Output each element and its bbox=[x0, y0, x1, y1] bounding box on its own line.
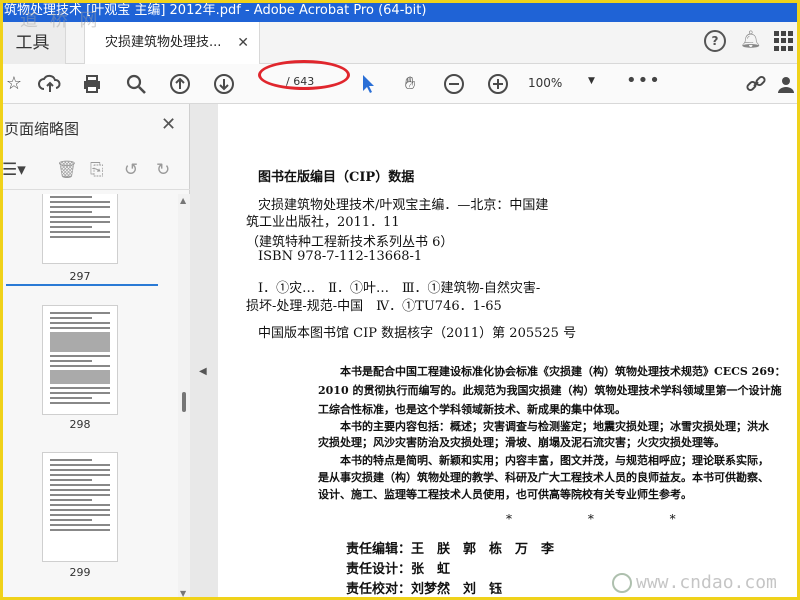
close-tab-icon[interactable]: ✕ bbox=[237, 22, 249, 64]
zoom-in-icon[interactable] bbox=[486, 72, 510, 96]
search-icon[interactable] bbox=[124, 72, 148, 96]
body-line: 本书的特点是简明、新颖和实用；内容丰富，图文并茂，与规范相呼应；理论联系实际， bbox=[340, 454, 769, 467]
credit-line: 责任编辑：王 朕 郭 栋 万 李 bbox=[346, 542, 555, 557]
panel-scrollbar[interactable]: ▲ ▼ bbox=[178, 194, 190, 600]
watermark-url: www.cndao.com bbox=[636, 572, 777, 593]
cip-line: （建筑特种工程新技术系列丛书 6） bbox=[246, 235, 454, 250]
next-page-icon[interactable] bbox=[212, 72, 236, 96]
share-link-icon[interactable] bbox=[744, 72, 768, 96]
cip-line: 筑工业出版社，2011．11 bbox=[246, 215, 400, 230]
thumbnail-list: 297 298 299 bbox=[0, 194, 178, 600]
panel-collapse-handle[interactable]: ◀ bbox=[190, 104, 218, 600]
thumbnail-page[interactable] bbox=[42, 452, 118, 562]
cip-line: 中国版本图书馆 CIP 数据核字（2011）第 205525 号 bbox=[258, 326, 577, 341]
trash-icon[interactable]: 🗑︎ bbox=[56, 160, 78, 180]
tab-document-label: 灾损建筑物处理技... bbox=[105, 35, 222, 50]
thumbnail-label: 298 bbox=[69, 418, 91, 431]
body-line: 灾损处理；风沙灾害防治及灾损处理；滑坡、崩塌及泥石流灾害；火灾灾损处理等。 bbox=[318, 436, 725, 449]
help-icon[interactable]: ? bbox=[704, 30, 726, 52]
scroll-up-icon[interactable]: ▲ bbox=[180, 196, 186, 205]
bell-icon[interactable]: 🔔︎ bbox=[740, 30, 762, 52]
scroll-down-icon[interactable]: ▼ bbox=[180, 589, 186, 598]
watermark-bottom: www.cndao.com bbox=[612, 572, 777, 593]
collapse-arrow-icon: ◀ bbox=[199, 366, 207, 377]
hand-tool-icon[interactable]: ✋︎ bbox=[398, 72, 422, 96]
page-thumbnails-panel: 页面缩略图 ✕ ☰▾ 🗑︎ ⎘ ↺ ↻ 297 298 299 ▲ ▼ bbox=[0, 104, 190, 600]
credit-line: 责任设计：张 虹 bbox=[346, 562, 451, 577]
thumbnail-selection-indicator bbox=[6, 284, 158, 286]
body-line: 本书是配合中国工程建设标准化协会标准《灾损建（构）筑物处理技术规范》CECS 2… bbox=[340, 365, 786, 378]
thumbnail-label: 297 bbox=[69, 270, 91, 283]
body-line: 2010 的贯彻执行而编写的。此规范为我国灾损建（构）筑物处理技术学科领域里第一… bbox=[318, 384, 782, 397]
tab-bar: 工具 灾损建筑物处理技... ✕ ? 🔔︎ bbox=[0, 22, 800, 64]
thumbnail-page[interactable] bbox=[42, 305, 118, 415]
cip-line: 损坏-处理-规范-中国 Ⅳ．①TU746．1-65 bbox=[246, 299, 502, 314]
tabbar-actions: ? 🔔︎ bbox=[704, 30, 794, 52]
scrollbar-thumb[interactable] bbox=[182, 392, 186, 412]
more-options-icon[interactable]: ••• bbox=[626, 70, 661, 91]
apps-grid-icon[interactable] bbox=[774, 31, 794, 51]
body-line: 是从事灾损建（构）筑物处理的教学、科研及广大工程技术人员的良师益友。本书可供勘察… bbox=[318, 471, 769, 484]
insert-page-icon[interactable]: ⎘ bbox=[90, 160, 104, 180]
cip-line: Ⅰ．①灾… Ⅱ．①叶… Ⅲ．①建筑物-自然灾害- bbox=[258, 281, 541, 296]
section-divider-stars: * * * bbox=[506, 512, 712, 526]
rotate-cw-icon[interactable]: ↻ bbox=[156, 160, 170, 180]
body-line: 本书的主要内容包括：概述；灾害调查与检测鉴定；地震灾损处理；冰雪灾损处理；洪水 bbox=[340, 420, 769, 433]
body-line: 设计、施工、监理等工程技术人员使用，也可供高等院校有关专业师生参考。 bbox=[318, 488, 692, 501]
select-pointer-icon[interactable] bbox=[356, 72, 380, 96]
credit-line: 责任校对：刘梦然 刘 钰 bbox=[346, 582, 503, 597]
watermark-top: 道 桥 网 bbox=[20, 10, 101, 31]
options-menu-icon[interactable]: ☰▾ bbox=[2, 160, 26, 180]
print-icon[interactable] bbox=[80, 72, 104, 96]
upload-cloud-icon[interactable] bbox=[38, 72, 62, 96]
close-panel-icon[interactable]: ✕ bbox=[161, 114, 176, 135]
zoom-value: 100% bbox=[528, 76, 563, 90]
document-view[interactable]: 图书在版编目（CIP）数据 灾损建筑物处理技术/叶观宝主编．—北京：中国建 筑工… bbox=[218, 104, 800, 600]
star-icon[interactable]: ☆ bbox=[2, 72, 26, 96]
watermark-logo-icon bbox=[612, 573, 632, 593]
panel-tools: ☰▾ 🗑︎ ⎘ ↺ ↻ bbox=[0, 152, 190, 190]
thumbnail-label: 299 bbox=[69, 566, 91, 579]
chevron-down-icon: ▼ bbox=[588, 76, 595, 86]
document-page: 图书在版编目（CIP）数据 灾损建筑物处理技术/叶观宝主编．—北京：中国建 筑工… bbox=[218, 104, 800, 600]
highlight-ellipse bbox=[258, 60, 350, 90]
rotate-ccw-icon[interactable]: ↺ bbox=[124, 160, 138, 180]
zoom-out-icon[interactable] bbox=[442, 72, 466, 96]
thumbnail-page[interactable] bbox=[42, 194, 118, 264]
tab-document[interactable]: 灾损建筑物处理技... ✕ bbox=[84, 22, 260, 64]
window-title: 筑物处理技术 [叶观宝 主编] 2012年.pdf - Adobe Acroba… bbox=[0, 0, 800, 22]
cip-line: ISBN 978-7-112-13668-1 bbox=[258, 249, 423, 264]
previous-page-icon[interactable] bbox=[168, 72, 192, 96]
account-icon[interactable] bbox=[774, 72, 798, 96]
cip-title: 图书在版编目（CIP）数据 bbox=[258, 170, 415, 185]
body-line: 工综合性标准，也是这个学科领域新技术、新成果的集中体现。 bbox=[318, 403, 626, 416]
zoom-select[interactable]: 100% ▼ bbox=[528, 76, 598, 90]
panel-title: 页面缩略图 bbox=[4, 120, 80, 138]
main-toolbar: ☆ / 643 ✋︎ 100% ▼ ••• bbox=[0, 64, 800, 104]
